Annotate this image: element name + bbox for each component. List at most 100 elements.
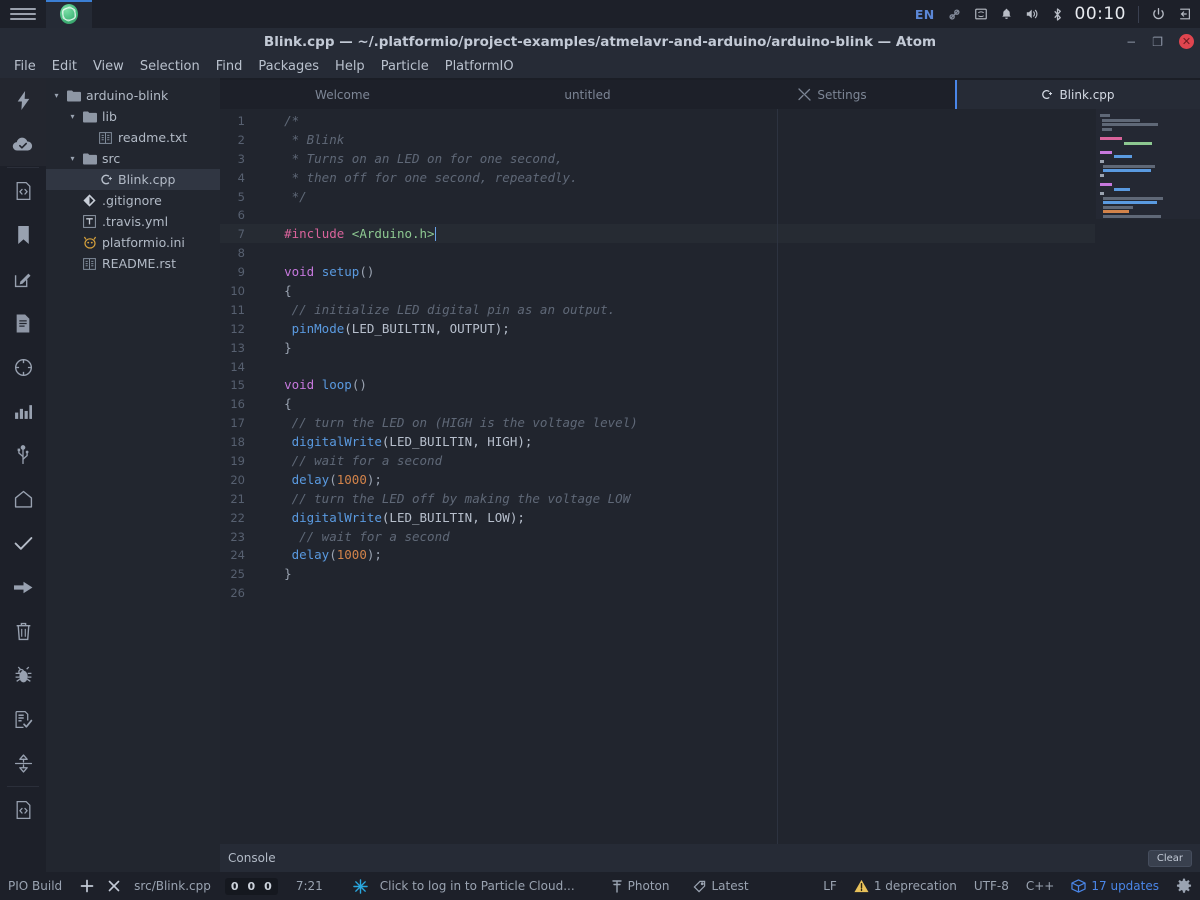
code-line[interactable]: 4 * then off for one second, repeatedly.: [220, 169, 1200, 188]
chevron-down-icon[interactable]: ▾: [52, 91, 61, 100]
menu-item-help[interactable]: Help: [327, 57, 373, 76]
code-line[interactable]: 5 */: [220, 188, 1200, 207]
tree-item-platformio-ini[interactable]: platformio.ini: [46, 232, 220, 253]
display-icon[interactable]: [974, 7, 988, 21]
tree-item-src[interactable]: ▾ src: [46, 148, 220, 169]
menu-item-find[interactable]: Find: [208, 57, 251, 76]
code-line[interactable]: 7 #include <Arduino.h>: [220, 225, 1200, 244]
tree-item-arduino-blink[interactable]: ▾ arduino-blink: [46, 85, 220, 106]
volume-icon[interactable]: [1025, 7, 1040, 21]
rail-item-usb[interactable]: [0, 433, 46, 477]
power-icon[interactable]: [1151, 7, 1166, 22]
firmware-selector[interactable]: Latest: [693, 879, 749, 893]
minimize-button[interactable]: −: [1126, 36, 1136, 48]
code-line[interactable]: 19 // wait for a second: [220, 452, 1200, 471]
logout-icon[interactable]: [1178, 7, 1192, 21]
code-line[interactable]: 22 digitalWrite(LED_BUILTIN, LOW);: [220, 509, 1200, 528]
minimap[interactable]: [1096, 109, 1200, 219]
code-line[interactable]: 21 // turn the LED off by making the vol…: [220, 490, 1200, 509]
particle-login-link[interactable]: Click to log in to Particle Cloud...: [380, 879, 575, 893]
pio-build-label[interactable]: PIO Build: [8, 879, 62, 893]
rail-item-document[interactable]: [0, 301, 46, 345]
menu-item-selection[interactable]: Selection: [132, 57, 208, 76]
encoding-selector[interactable]: UTF-8: [974, 879, 1009, 893]
code-line[interactable]: 24 delay(1000);: [220, 546, 1200, 565]
bluetooth-icon[interactable]: [1052, 7, 1063, 22]
menu-item-packages[interactable]: Packages: [250, 57, 327, 76]
rail-item-check[interactable]: [0, 521, 46, 565]
rail-item-code-file-2[interactable]: [0, 788, 46, 832]
code-editor[interactable]: 1 /* 2 * Blink 3 * Turns on an LED on for …: [220, 109, 1200, 844]
keyboard-language-indicator[interactable]: EN: [915, 7, 935, 22]
rail-item-bookmark[interactable]: [0, 213, 46, 257]
menu-item-view[interactable]: View: [85, 57, 132, 76]
rail-item-target-circle[interactable]: [0, 345, 46, 389]
tree-item-readme-txt[interactable]: readme.txt: [46, 127, 220, 148]
taskbar-atom-button[interactable]: [46, 0, 92, 28]
deprecation-warning[interactable]: 1 deprecation: [854, 879, 957, 893]
code-line[interactable]: 12 pinMode(LED_BUILTIN, OUTPUT);: [220, 320, 1200, 339]
tree-item-readme-rst[interactable]: README.rst: [46, 253, 220, 274]
code-line[interactable]: 3 * Turns on an LED on for one second,: [220, 150, 1200, 169]
rail-item-cloud-check[interactable]: [0, 122, 46, 166]
rail-item-bug[interactable]: [0, 653, 46, 697]
code-line[interactable]: 20 delay(1000);: [220, 471, 1200, 490]
tree-item-gitignore[interactable]: .gitignore: [46, 190, 220, 211]
rail-item-trash[interactable]: [0, 609, 46, 653]
rail-item-edit-pencil[interactable]: [0, 257, 46, 301]
code-line[interactable]: 17 // turn the LED on (HIGH is the volta…: [220, 414, 1200, 433]
tree-item-blink-cpp[interactable]: Blink.cpp: [46, 169, 220, 190]
tab-welcome[interactable]: Welcome: [220, 80, 465, 109]
grammar-selector[interactable]: C++: [1026, 879, 1055, 893]
tab-settings[interactable]: Settings: [710, 80, 955, 109]
menu-item-particle[interactable]: Particle: [373, 57, 437, 76]
status-file-path[interactable]: src/Blink.cpp: [134, 879, 211, 893]
menu-item-edit[interactable]: Edit: [44, 57, 85, 76]
tab-untitled[interactable]: untitled: [465, 80, 710, 109]
rail-item-arrow-right[interactable]: [0, 565, 46, 609]
code-line[interactable]: 9 void setup(): [220, 263, 1200, 282]
close-icon[interactable]: [108, 880, 120, 892]
plus-icon[interactable]: [80, 879, 94, 893]
code-line[interactable]: 11 // initialize LED digital pin as an o…: [220, 301, 1200, 320]
network-disconnected-icon[interactable]: [947, 7, 962, 22]
rail-item-collapse[interactable]: [0, 741, 46, 785]
chevron-down-icon[interactable]: ▾: [68, 154, 77, 163]
tab-blink-cpp[interactable]: Blink.cpp: [955, 80, 1200, 109]
bell-icon[interactable]: [1000, 7, 1013, 21]
maximize-button[interactable]: ❐: [1152, 36, 1163, 48]
code-line[interactable]: 6: [220, 206, 1200, 225]
console-label[interactable]: Console: [228, 851, 276, 865]
rail-item-lightning[interactable]: [0, 78, 46, 122]
code-line[interactable]: 14: [220, 358, 1200, 377]
code-line[interactable]: 1 /*: [220, 112, 1200, 131]
line-ending[interactable]: LF: [823, 879, 837, 893]
gear-icon[interactable]: [1176, 878, 1192, 894]
hamburger-icon[interactable]: [0, 0, 46, 28]
code-line[interactable]: 18 digitalWrite(LED_BUILTIN, HIGH);: [220, 433, 1200, 452]
code-line[interactable]: 15 void loop(): [220, 376, 1200, 395]
cursor-position[interactable]: 7:21: [296, 879, 323, 893]
code-line[interactable]: 16 {: [220, 395, 1200, 414]
particle-icon[interactable]: [353, 878, 368, 894]
clear-button[interactable]: Clear: [1147, 849, 1192, 867]
menu-item-file[interactable]: File: [6, 57, 44, 76]
code-line[interactable]: 13 }: [220, 339, 1200, 358]
close-button[interactable]: ✕: [1179, 34, 1194, 49]
rail-item-home[interactable]: [0, 477, 46, 521]
chevron-down-icon[interactable]: ▾: [68, 112, 77, 121]
code-line[interactable]: 2 * Blink: [220, 131, 1200, 150]
status-counts[interactable]: 000: [224, 877, 278, 895]
code-line[interactable]: 23 // wait for a second: [220, 528, 1200, 547]
code-line[interactable]: 10 {: [220, 282, 1200, 301]
menu-item-platformio[interactable]: PlatformIO: [437, 57, 522, 76]
rail-item-bar-chart[interactable]: [0, 389, 46, 433]
tree-item-travis-yml[interactable]: .travis.yml: [46, 211, 220, 232]
code-line[interactable]: 8: [220, 244, 1200, 263]
tree-item-lib[interactable]: ▾ lib: [46, 106, 220, 127]
rail-item-checklist[interactable]: [0, 697, 46, 741]
code-line[interactable]: 26: [220, 584, 1200, 603]
code-line[interactable]: 25 }: [220, 565, 1200, 584]
updates-indicator[interactable]: 17 updates: [1071, 879, 1159, 893]
device-selector[interactable]: Photon: [611, 879, 669, 893]
